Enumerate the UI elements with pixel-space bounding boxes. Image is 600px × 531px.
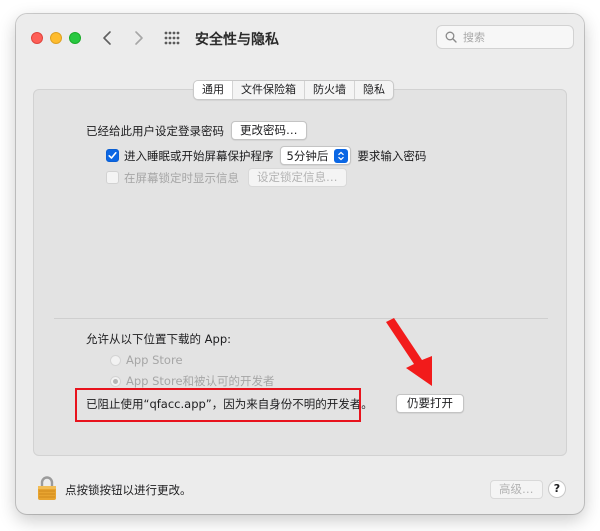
- forward-button[interactable]: [128, 26, 150, 50]
- show-message-checkbox[interactable]: [106, 171, 119, 184]
- search-icon: [445, 31, 457, 43]
- set-lock-message-button[interactable]: 设定锁定信息…: [248, 168, 347, 187]
- show-message-label: 在屏幕锁定时显示信息: [124, 170, 239, 185]
- radio-app-store-row: App Store: [110, 353, 183, 367]
- chevron-left-icon: [103, 31, 111, 45]
- require-password-prefix: 进入睡眠或开始屏幕保护程序: [124, 148, 274, 163]
- tab-firewall[interactable]: 防火墙: [304, 81, 354, 99]
- delay-select-value: 5分钟后: [286, 148, 329, 163]
- select-stepper-icon: [334, 148, 349, 163]
- tab-bar: 通用 文件保险箱 防火墙 隐私: [193, 80, 394, 100]
- password-row: 已经给此用户设定登录密码 更改密码…: [86, 121, 307, 140]
- close-button[interactable]: [31, 32, 43, 44]
- search-field[interactable]: [436, 25, 574, 49]
- require-password-suffix: 要求输入密码: [357, 148, 427, 163]
- radio-app-store[interactable]: [110, 354, 121, 366]
- zoom-button[interactable]: [69, 32, 81, 44]
- require-password-checkbox[interactable]: [106, 149, 119, 162]
- delay-select[interactable]: 5分钟后: [279, 146, 352, 165]
- lock-icon[interactable]: [36, 475, 58, 501]
- downloads-heading: 允许从以下位置下载的 App:: [86, 332, 231, 346]
- open-anyway-button[interactable]: 仍要打开: [396, 394, 464, 413]
- grid-icon[interactable]: [162, 28, 182, 48]
- change-password-button[interactable]: 更改密码…: [231, 121, 307, 140]
- search-input[interactable]: [461, 29, 569, 45]
- require-password-row: 进入睡眠或开始屏幕保护程序 5分钟后 要求输入密码: [106, 146, 426, 165]
- show-message-row: 在屏幕锁定时显示信息 设定锁定信息…: [106, 168, 347, 187]
- radio-identified-developers[interactable]: [110, 375, 121, 387]
- chevron-right-icon: [135, 31, 143, 45]
- radio-identified-label: App Store和被认可的开发者: [126, 374, 275, 388]
- window-title: 安全性与隐私: [195, 32, 279, 48]
- minimize-button[interactable]: [50, 32, 62, 44]
- password-label: 已经给此用户设定登录密码: [86, 123, 224, 138]
- red-arrow-annotation: [386, 318, 432, 386]
- advanced-button[interactable]: 高级…: [490, 480, 543, 499]
- back-button[interactable]: [96, 26, 118, 50]
- radio-identified-row: App Store和被认可的开发者: [110, 373, 275, 389]
- section-divider: [54, 318, 548, 319]
- checkmark-icon: [108, 151, 117, 159]
- tab-filevault[interactable]: 文件保险箱: [232, 81, 304, 99]
- toolbar: 安全性与隐私: [16, 14, 584, 64]
- red-highlight-box: [75, 388, 361, 422]
- tab-general[interactable]: 通用: [194, 81, 232, 99]
- tab-privacy[interactable]: 隐私: [354, 81, 393, 99]
- radio-app-store-label: App Store: [126, 353, 183, 367]
- lock-text: 点按锁按钮以进行更改。: [65, 483, 192, 497]
- help-button[interactable]: ?: [548, 480, 566, 498]
